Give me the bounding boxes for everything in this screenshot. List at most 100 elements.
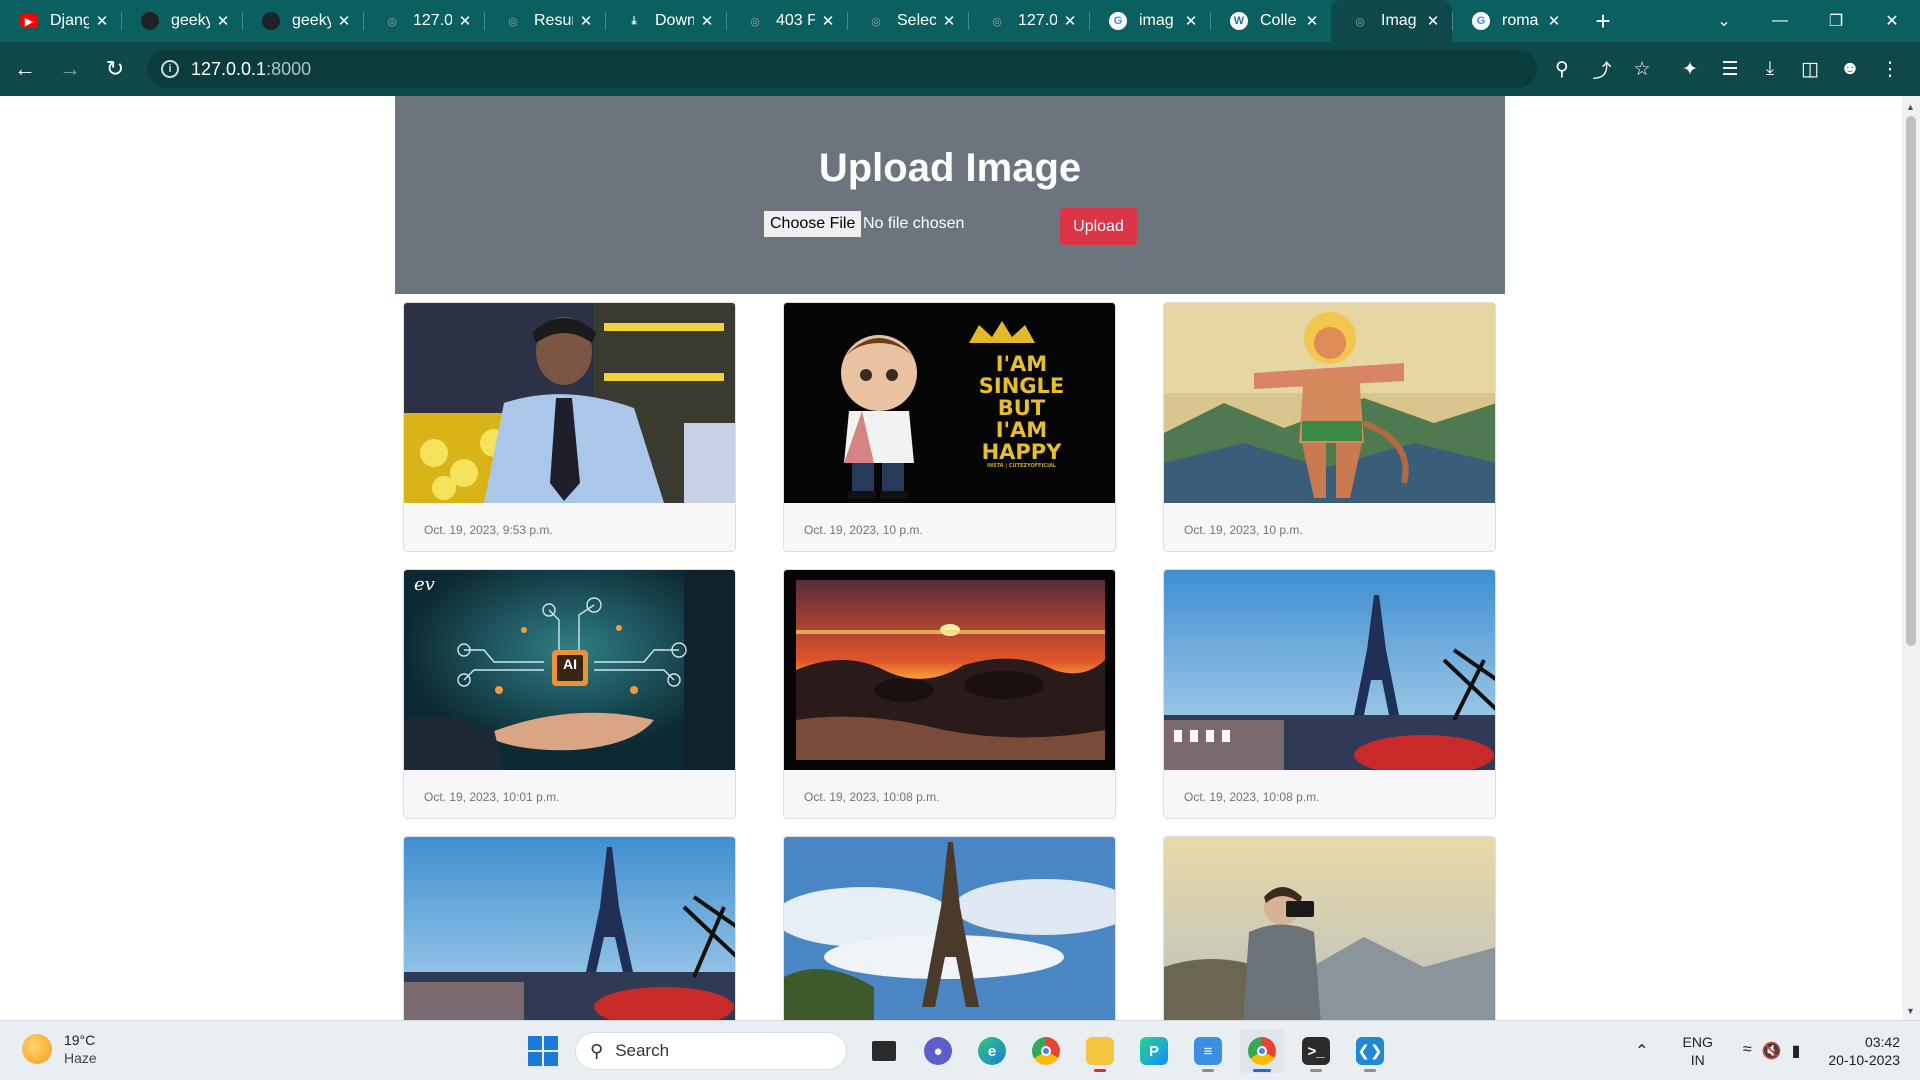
scroll-down-icon[interactable]: ▼ [1906, 1006, 1915, 1016]
scroll-up-icon[interactable]: ▲ [1906, 102, 1915, 112]
taskbar-search[interactable]: ⚲ Search [575, 1032, 847, 1070]
downloads-icon[interactable]: ⤓ [1750, 49, 1790, 89]
browser-tab[interactable]: ◎ Resur ✕ [484, 0, 605, 42]
upload-header: Upload Image Choose File No file chosen … [395, 96, 1505, 294]
page-viewport: Upload Image Choose File No file chosen … [0, 96, 1920, 1020]
weather-widget[interactable]: 19°C Haze [22, 1031, 97, 1067]
browser-tab[interactable]: ◎ 127.0 ✕ [968, 0, 1089, 42]
tab-close-icon[interactable]: ✕ [1424, 12, 1442, 30]
browser-tab[interactable]: ● geeky ✕ [242, 0, 363, 42]
tab-close-icon[interactable]: ✕ [1182, 12, 1200, 30]
browser-tab[interactable]: ◎ 403 F ✕ [726, 0, 847, 42]
restore-icon[interactable]: ❐ [1808, 11, 1864, 31]
clock-date: 20-10-2023 [1828, 1052, 1900, 1068]
tab-title: Colle [1260, 12, 1297, 29]
image-card[interactable] [783, 836, 1116, 1020]
browser-tab[interactable]: Groma ✕ [1452, 0, 1573, 42]
image-card[interactable] [1163, 836, 1496, 1020]
tab-close-icon[interactable]: ✕ [577, 12, 595, 30]
image-card[interactable]: I'AM SINGLE BUT I'AM HAPPY INSTA | CUTEZ… [783, 302, 1116, 552]
upload-button[interactable]: Upload [1060, 208, 1137, 245]
new-tab-icon[interactable]: + [1583, 0, 1623, 42]
image-date: Oct. 19, 2023, 10 p.m. [1184, 523, 1303, 537]
browser-tab[interactable]: ● geeky ✕ [121, 0, 242, 42]
tab-close-icon[interactable]: ✕ [698, 12, 716, 30]
browser-tab[interactable]: ◎ Selec ✕ [847, 0, 968, 42]
image-card[interactable] [403, 836, 736, 1020]
chrome-active-icon[interactable] [1240, 1029, 1284, 1073]
image-card[interactable]: Oct. 19, 2023, 10:08 p.m. [1163, 569, 1496, 819]
browser-tab[interactable]: ◎ 127.0 ✕ [363, 0, 484, 42]
notepad-icon[interactable]: ≡ [1186, 1029, 1230, 1073]
chat-icon[interactable]: ● [916, 1029, 960, 1073]
file-status-label: No file chosen [863, 215, 965, 232]
browser-tab[interactable]: W Colle ✕ [1210, 0, 1331, 42]
tab-close-icon[interactable]: ✕ [335, 12, 353, 30]
edge-icon[interactable]: e [970, 1029, 1014, 1073]
back-icon[interactable]: ← [5, 49, 45, 89]
gallery-image-sunset-beach [784, 570, 1115, 770]
zoom-icon[interactable]: ⚲ [1542, 49, 1582, 89]
taskbar-apps: ⚲ Search ● e P ≡ >_ ❮❯ [525, 1029, 1397, 1073]
menu-kebab-icon[interactable]: ⋮ [1870, 49, 1910, 89]
extensions-icon[interactable]: ✦ [1670, 49, 1710, 89]
vertical-scrollbar[interactable]: ▲ ▼ [1902, 96, 1920, 1020]
tab-close-icon[interactable]: ✕ [214, 12, 232, 30]
minimize-icon[interactable]: — [1752, 12, 1808, 30]
tab-close-icon[interactable]: ✕ [819, 12, 837, 30]
tab-close-icon[interactable]: ✕ [456, 12, 474, 30]
pycharm-icon[interactable]: P [1132, 1029, 1176, 1073]
poster-line: HAPPY [981, 440, 1062, 464]
language-indicator[interactable]: ENG IN [1683, 1033, 1713, 1069]
chrome-icon[interactable] [1024, 1029, 1068, 1073]
tab-close-icon[interactable]: ✕ [940, 12, 958, 30]
download-icon: ⤓ [631, 14, 637, 27]
vscode-icon[interactable]: ❮❯ [1348, 1029, 1392, 1073]
choose-file-button[interactable]: Choose File [763, 210, 863, 238]
scrollbar-thumb[interactable] [1906, 116, 1916, 646]
tab-title: Down [655, 12, 694, 29]
tray-overflow-icon[interactable]: ⌃ [1635, 1041, 1648, 1061]
gallery-image-hanuman-painting [1164, 303, 1495, 503]
forward-icon[interactable]: → [50, 49, 90, 89]
reload-icon[interactable]: ↻ [95, 49, 135, 89]
image-card[interactable]: Oct. 19, 2023, 9:53 p.m. [403, 302, 736, 552]
address-bar[interactable]: i 127.0.0.1:8000 [147, 50, 1537, 88]
browser-tab[interactable]: ▶ Django✕ [0, 0, 121, 42]
github-icon: ● [262, 12, 280, 30]
terminal-icon[interactable]: >_ [1294, 1029, 1338, 1073]
region-code: IN [1690, 1052, 1705, 1068]
tab-search-icon[interactable]: ⌄ [1696, 11, 1752, 31]
close-window-icon[interactable]: ✕ [1864, 11, 1920, 31]
tab-strip: ▶Django✕●geeky✕●geeky✕◎127.0✕◎Resur✕⤓Dow… [0, 0, 1920, 42]
clock[interactable]: 03:42 20-10-2023 [1828, 1033, 1900, 1069]
image-card[interactable]: Oct. 19, 2023, 10 p.m. [1163, 302, 1496, 552]
browser-tab[interactable]: ⤓ Down ✕ [605, 0, 726, 42]
weather-condition: Haze [64, 1050, 97, 1066]
tab-close-icon[interactable]: ✕ [1545, 12, 1563, 30]
browser-tab[interactable]: ◎ Imag ✕ [1331, 0, 1452, 42]
side-panel-icon[interactable]: ◫ [1790, 49, 1830, 89]
file-explorer-icon[interactable] [1078, 1029, 1122, 1073]
task-view-icon[interactable] [862, 1029, 906, 1073]
tab-close-icon[interactable]: ✕ [1061, 12, 1079, 30]
chip-label: AI [563, 656, 577, 672]
globe-icon: ◎ [387, 15, 397, 28]
image-date: Oct. 19, 2023, 10 p.m. [804, 523, 923, 537]
poster-line: I'AM [995, 352, 1048, 376]
tab-close-icon[interactable]: ✕ [1303, 12, 1321, 30]
tab-close-icon[interactable]: ✕ [93, 12, 111, 30]
site-info-icon[interactable]: i [161, 60, 179, 78]
profile-avatar-icon[interactable]: ☻ [1830, 49, 1870, 89]
tab-title: Selec [897, 12, 936, 29]
image-card[interactable]: Oct. 19, 2023, 10:08 p.m. [783, 569, 1116, 819]
share-icon[interactable]: ⤴ [1582, 49, 1622, 89]
image-card[interactable]: AI ev Oct. 19, 2023, 10:01 p.m. [403, 569, 736, 819]
bookmark-star-icon[interactable]: ☆ [1622, 49, 1662, 89]
window-controls: ⌄ — ❐ ✕ [1696, 0, 1920, 42]
quick-settings[interactable]: ≈ 🔇 ▮ [1743, 1041, 1801, 1061]
poster-line: BUT [997, 396, 1046, 420]
browser-tab[interactable]: Gimag ✕ [1089, 0, 1210, 42]
windows-start-icon[interactable] [525, 1033, 561, 1069]
reading-list-icon[interactable]: ☰ [1710, 49, 1750, 89]
